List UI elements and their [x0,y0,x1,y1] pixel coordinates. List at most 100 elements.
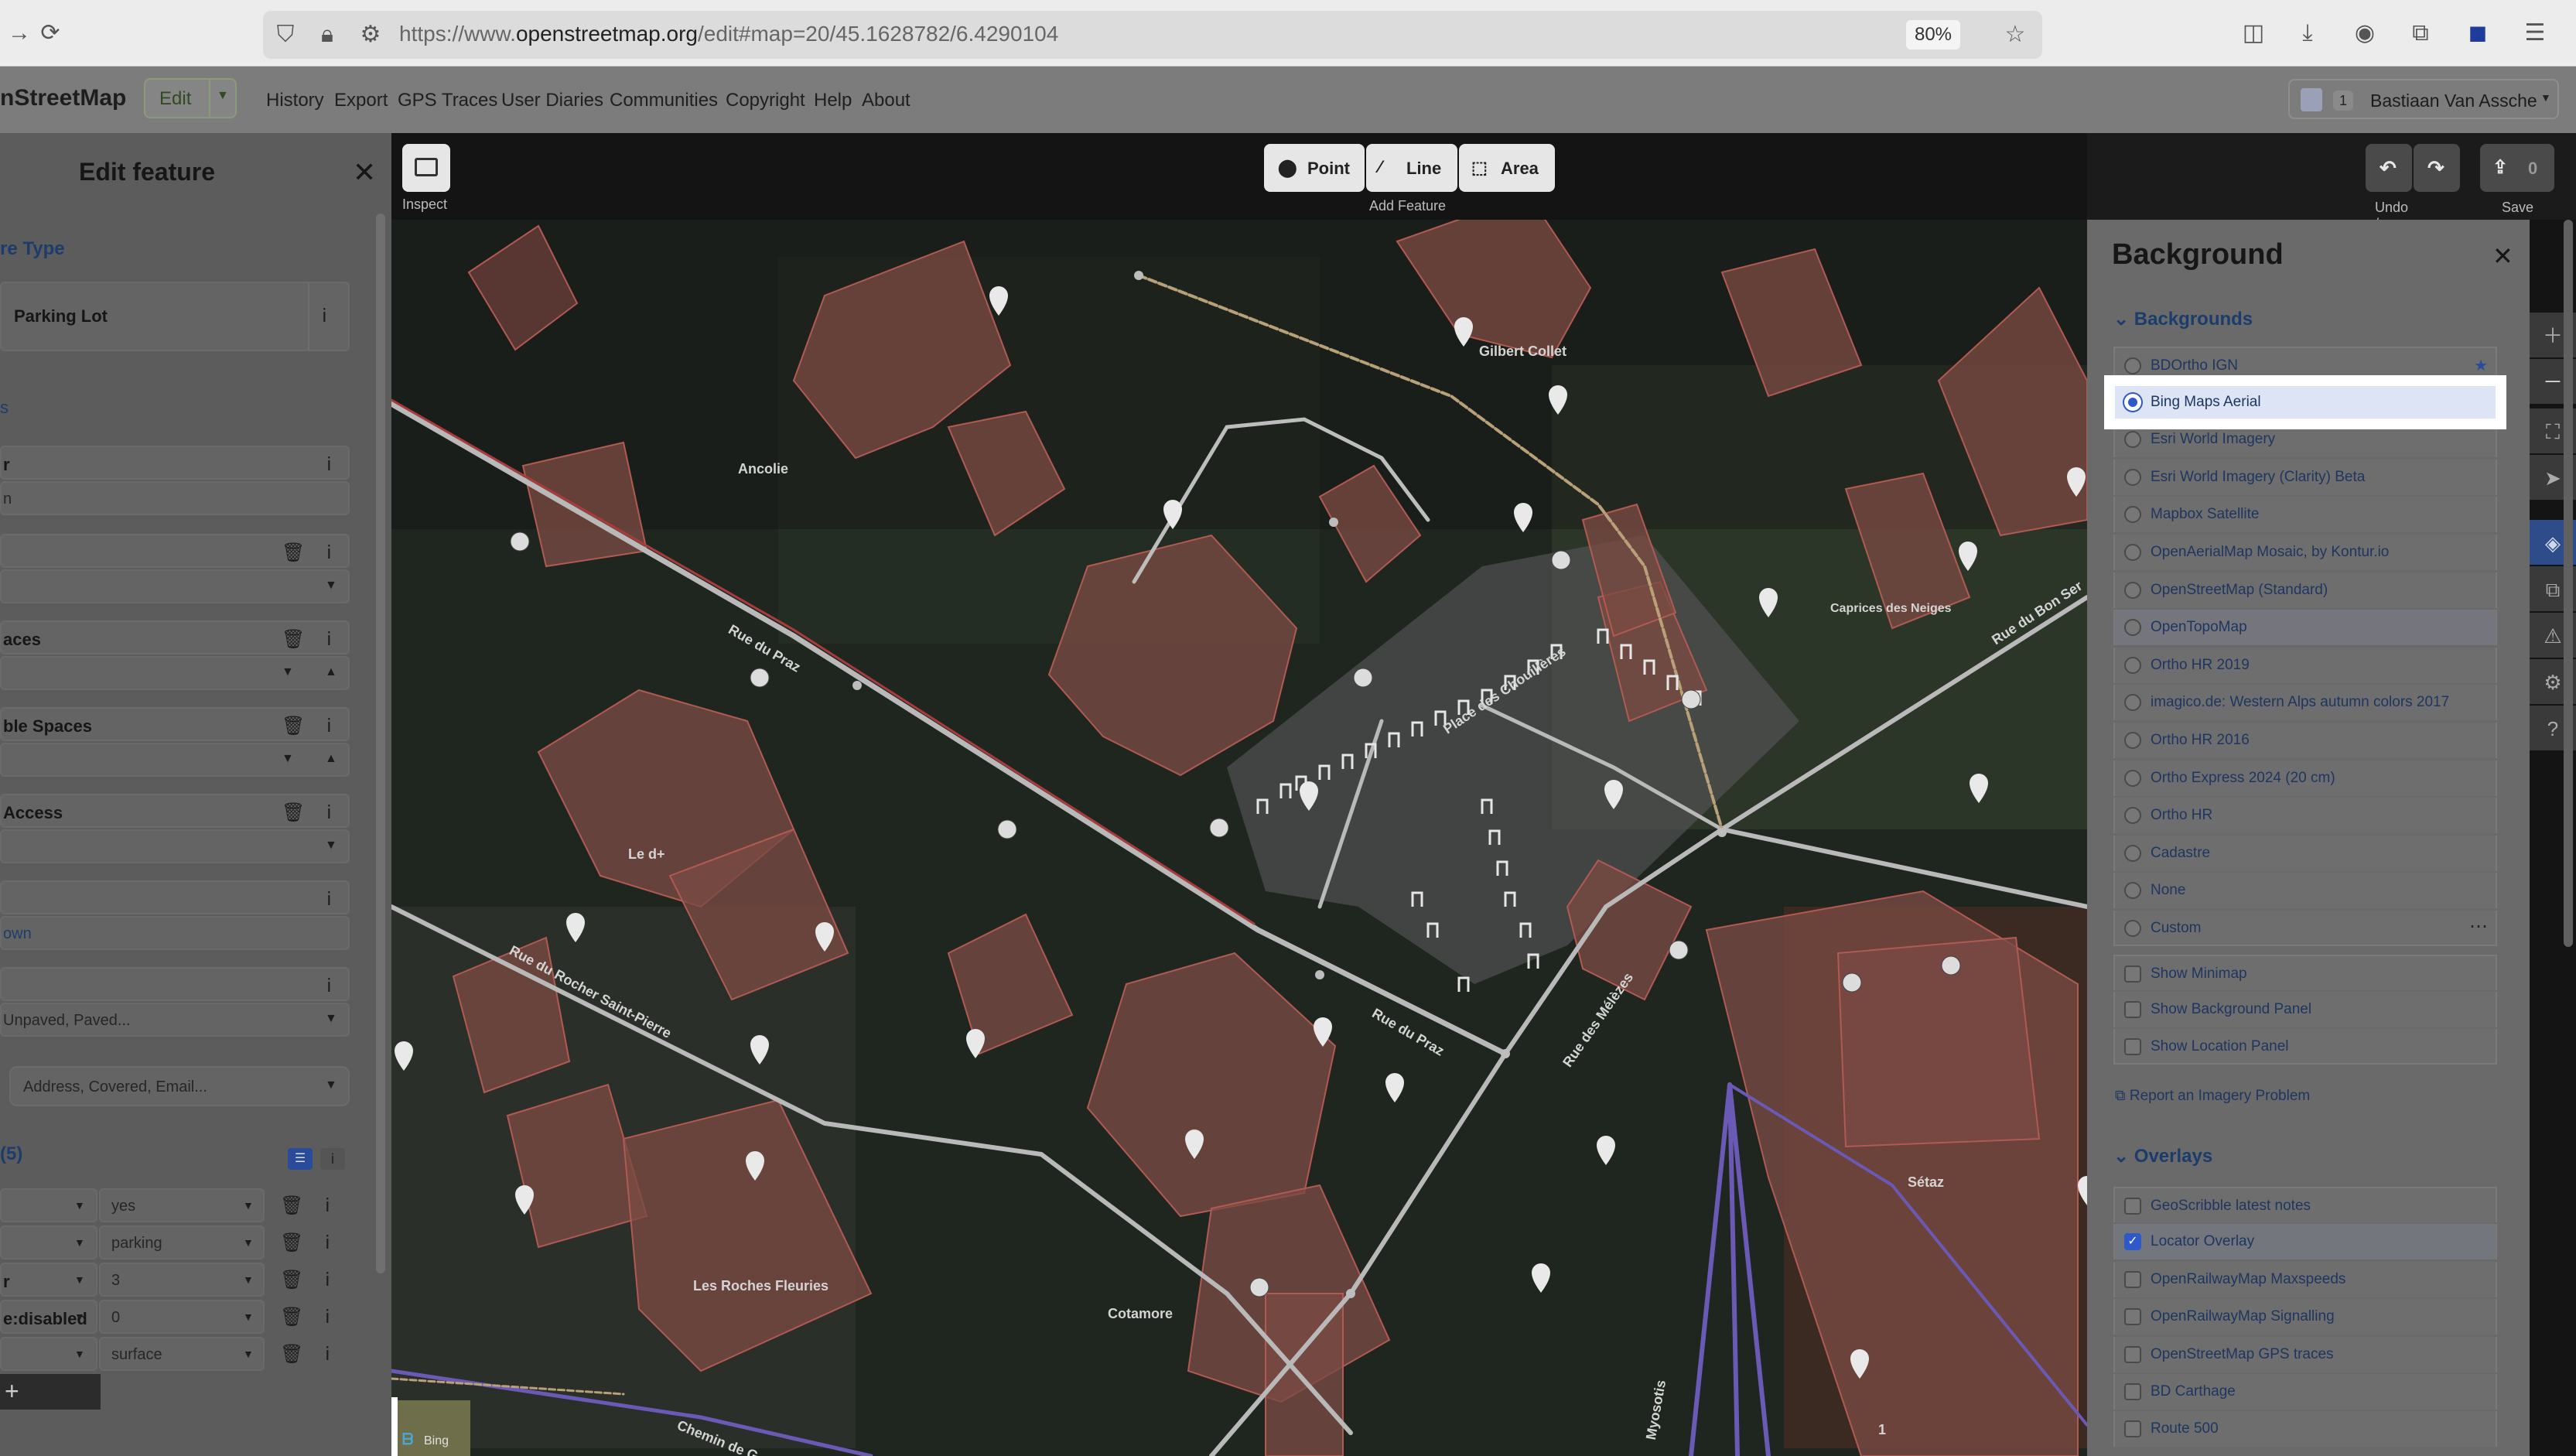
add-field-combo[interactable]: Address, Covered, Email... ▼ [9,1066,350,1106]
site-title[interactable]: nStreetMap [0,85,126,111]
downloads-icon[interactable]: ⤓ [2291,17,2324,50]
background-option[interactable]: Cadastre [2113,835,2497,871]
nav-help[interactable]: Help [814,90,852,111]
chevron-down-icon[interactable]: ▼ [243,1348,254,1360]
add-tag-button[interactable]: + [0,1374,101,1410]
bookmark-star-icon[interactable]: ☆ [1999,19,2031,51]
trash-icon[interactable]: 🗑︎ [280,1232,303,1254]
chevron-down-icon[interactable]: ▼ [74,1273,85,1286]
info-icon[interactable]: ⅰ [326,888,332,911]
shield-icon[interactable]: ⛉ [269,19,302,51]
address-bar[interactable]: ⛉ 🔒︎ ⚙ https://www.openstreetmap.org/edi… [263,11,2042,59]
field-link[interactable]: own [0,916,350,950]
background-option[interactable]: Ortho Express 2024 (20 cm) [2113,760,2497,796]
sidebar-scrollbar[interactable] [376,214,385,1273]
star-icon[interactable]: ★ [2474,356,2488,375]
option-location-panel[interactable]: Show Location Panel [2113,1029,2497,1065]
chevron-down-icon[interactable]: ▼ [217,89,229,103]
account-icon[interactable]: ◉ [2349,17,2381,50]
backgrounds-section-toggle[interactable]: ⌄ Backgrounds [2113,308,2253,330]
map-label-caprices-des-neiges[interactable]: Caprices des Neiges [1830,602,1952,616]
field-input[interactable]: ▼ [0,829,350,863]
checkbox[interactable] [2124,1001,2141,1018]
chevron-down-icon[interactable]: ▼ [74,1236,85,1249]
background-option[interactable]: Custom ⋯ [2113,911,2497,946]
background-option[interactable]: BDOrtho IGN ★ [2113,347,2497,382]
permissions-icon[interactable]: ⚙ [354,19,387,51]
overlay-option[interactable]: BD Carthage [2113,1374,2497,1410]
field-input[interactable]: ▼ ▲ [0,743,350,777]
save-button[interactable]: ⇪ 0 [2480,144,2554,192]
tag-key-input[interactable]: e:disabled ▼ [0,1300,97,1334]
tag-key-input[interactable]: r ▼ [0,1263,97,1297]
chevron-down-icon[interactable]: ▼ [325,579,337,593]
overlay-option[interactable]: GeoScribble latest notes [2113,1187,2497,1222]
reload-icon[interactable]: ⟳ [34,17,67,50]
radio-button[interactable] [2124,694,2141,712]
chevron-down-icon[interactable]: ▼ [243,1311,254,1323]
tag-value-input[interactable]: parking ▼ [99,1225,265,1259]
radio-button[interactable] [2124,544,2141,561]
checkbox[interactable] [2124,1270,2141,1288]
field-input[interactable]: ▼ ▲ [0,656,350,690]
sidebar-toggle-button[interactable] [402,144,450,192]
info-icon[interactable]: ⅰ [325,1195,330,1217]
overlay-option[interactable]: OpenRailwayMap Maxspeeds [2113,1261,2497,1297]
checkbox[interactable] [2124,1038,2141,1055]
radio-button[interactable] [2124,844,2141,862]
radio-button[interactable] [2124,732,2141,749]
add-area-button[interactable]: ⬚ Area [1459,144,1555,192]
trash-icon[interactable]: 🗑︎ [280,1269,303,1291]
background-option[interactable]: Esri World Imagery [2113,422,2497,458]
increment-icon[interactable]: ▲ [325,665,337,679]
radio-button[interactable] [2124,468,2141,486]
increment-icon[interactable]: ▲ [325,752,337,766]
checkbox[interactable] [2124,1198,2141,1215]
list-view-icon[interactable]: ☰ [288,1148,313,1170]
preset-selector[interactable]: Parking Lot ⅰ [0,282,350,351]
pocket-icon[interactable]: ◫ [2237,17,2270,50]
chevron-down-icon[interactable]: ▼ [325,839,337,853]
redo-button[interactable]: ↷ [2414,144,2460,192]
map-label-les-roches-fleuries[interactable]: Les Roches Fleuries [693,1278,828,1294]
forward-icon[interactable]: → [3,17,36,50]
map-label-cotamore[interactable]: Cotamore [1108,1306,1173,1322]
overlay-option[interactable]: OpenStreetMap GPS traces [2113,1336,2497,1372]
trash-icon[interactable]: 🗑︎ [282,715,305,737]
radio-button[interactable] [2124,393,2141,411]
background-option[interactable]: Ortho HR [2113,798,2497,834]
chevron-down-icon[interactable]: ▼ [325,1012,337,1026]
trash-icon[interactable]: 🗑︎ [282,801,305,824]
text-view-icon[interactable]: ⅰ [320,1148,345,1170]
info-icon[interactable]: ⅰ [326,453,332,476]
page-scrollbar[interactable] [2564,220,2573,947]
map-canvas[interactable]: Gilbert Collet Ancolie Caprices des Neig… [391,133,2087,1456]
chevron-down-icon[interactable]: ▼ [74,1348,85,1360]
field-link-text[interactable]: own [3,925,32,943]
background-option[interactable]: Esri World Imagery (Clarity) Beta [2113,459,2497,495]
background-option[interactable]: None [2113,873,2497,909]
report-imagery-link[interactable]: ⧉ Report an Imagery Problem [2115,1088,2310,1105]
chevron-down-icon[interactable]: ▼ [243,1236,254,1249]
map-label-setaz[interactable]: Sétaz [1908,1174,1944,1191]
background-option[interactable]: OpenStreetMap (Standard) [2113,572,2497,608]
radio-button[interactable] [2124,656,2141,674]
field-row[interactable]: aces 🗑︎ ⅰ [0,620,350,655]
chevron-down-icon[interactable]: ▼ [243,1273,254,1286]
close-icon[interactable]: ✕ [353,156,376,189]
map-label-ancolie[interactable]: Ancolie [738,461,788,477]
tag-key-input[interactable]: ▼ [0,1337,97,1371]
checkbox[interactable] [2124,1345,2141,1363]
info-icon[interactable]: ⅰ [326,715,332,737]
tag-key-input[interactable]: ▼ [0,1225,97,1259]
nav-history[interactable]: History [266,90,324,111]
radio-button[interactable] [2124,357,2141,374]
map-label-gilbert-collet[interactable]: Gilbert Collet [1479,343,1566,360]
zoom-level[interactable]: 80% [1906,20,1960,50]
close-icon[interactable]: ✕ [2492,241,2513,271]
surface-combo[interactable]: Unpaved, Paved... ▼ [0,1003,350,1037]
nav-gps-traces[interactable]: GPS Traces [398,90,497,111]
attribution-text[interactable]: Bing [424,1434,449,1448]
radio-button[interactable] [2124,431,2141,449]
field-row[interactable]: ⅰ [0,880,350,914]
